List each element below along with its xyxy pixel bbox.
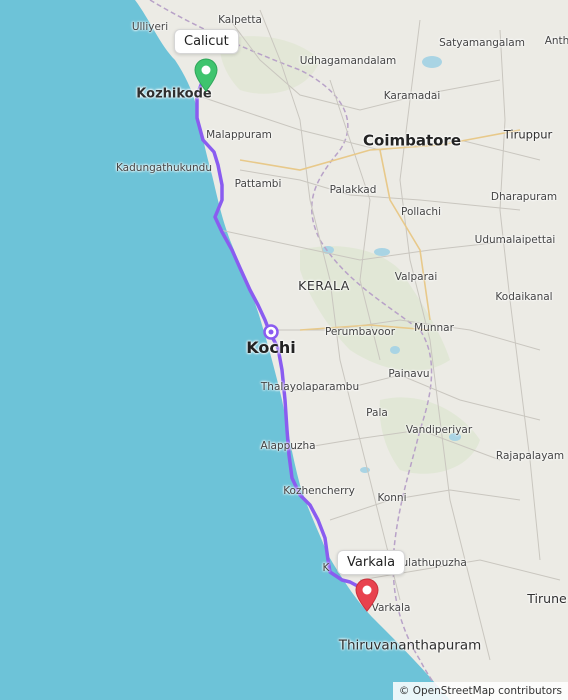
place-label: Konni (377, 491, 407, 504)
place-label: Ulliyeri (131, 20, 169, 33)
lake (422, 56, 442, 68)
origin-callout[interactable]: Calicut (174, 29, 239, 54)
place-label: Pollachi (401, 205, 441, 218)
place-label: Malappuram (206, 128, 272, 141)
place-label: Thalayolaparambu (260, 380, 360, 393)
place-label: Udhagamandalam (299, 54, 397, 67)
lake (390, 346, 400, 354)
place-label: Coimbatore (363, 131, 461, 150)
place-label: Alappuzha (260, 439, 316, 452)
place-label: Dharapuram (490, 190, 558, 203)
location-pin-icon[interactable] (354, 578, 380, 612)
region-label: KERALA (298, 277, 350, 293)
map-view[interactable]: Ulliyeri Kalpetta Satyamangalam Anth Udh… (0, 0, 568, 700)
place-label: Painavu (388, 367, 430, 380)
origin-label: Calicut (184, 34, 229, 49)
place-label: K (322, 561, 330, 574)
place-label: Kodaikanal (495, 290, 553, 303)
forest-area (300, 246, 450, 371)
place-label: Vandiperiyar (405, 423, 473, 436)
place-label: Udumalaipettai (474, 233, 556, 246)
place-label: Thiruvananthapuram (338, 637, 482, 654)
place-label: Karamadai (383, 89, 441, 102)
place-label: Anth (544, 34, 568, 47)
place-label: Valparai (394, 270, 438, 283)
place-label: Kochi (246, 338, 296, 357)
place-label: Kadungathukundu (115, 161, 213, 174)
place-label: Palakkad (329, 183, 377, 196)
place-label: Munnar (414, 321, 454, 334)
destination-callout[interactable]: Varkala (337, 550, 406, 575)
place-label: Tiruppur (503, 127, 553, 142)
place-label: Kozhencherry (283, 484, 355, 497)
place-label: Pala (366, 406, 388, 419)
place-label: Rajapalayam (495, 449, 565, 462)
location-pin-icon[interactable] (193, 58, 219, 92)
place-label: Kulathupuzha (395, 556, 467, 569)
map-attribution[interactable]: © OpenStreetMap contributors (392, 682, 568, 700)
waypoint-icon (263, 324, 279, 340)
place-label: Pattambi (234, 177, 282, 190)
place-label: Tirune (527, 590, 567, 606)
destination-label: Varkala (347, 555, 396, 570)
place-label: Satyamangalam (439, 36, 525, 49)
place-label: Perumbavoor (324, 325, 396, 338)
lake (374, 248, 390, 256)
place-label: Kalpetta (218, 13, 262, 26)
